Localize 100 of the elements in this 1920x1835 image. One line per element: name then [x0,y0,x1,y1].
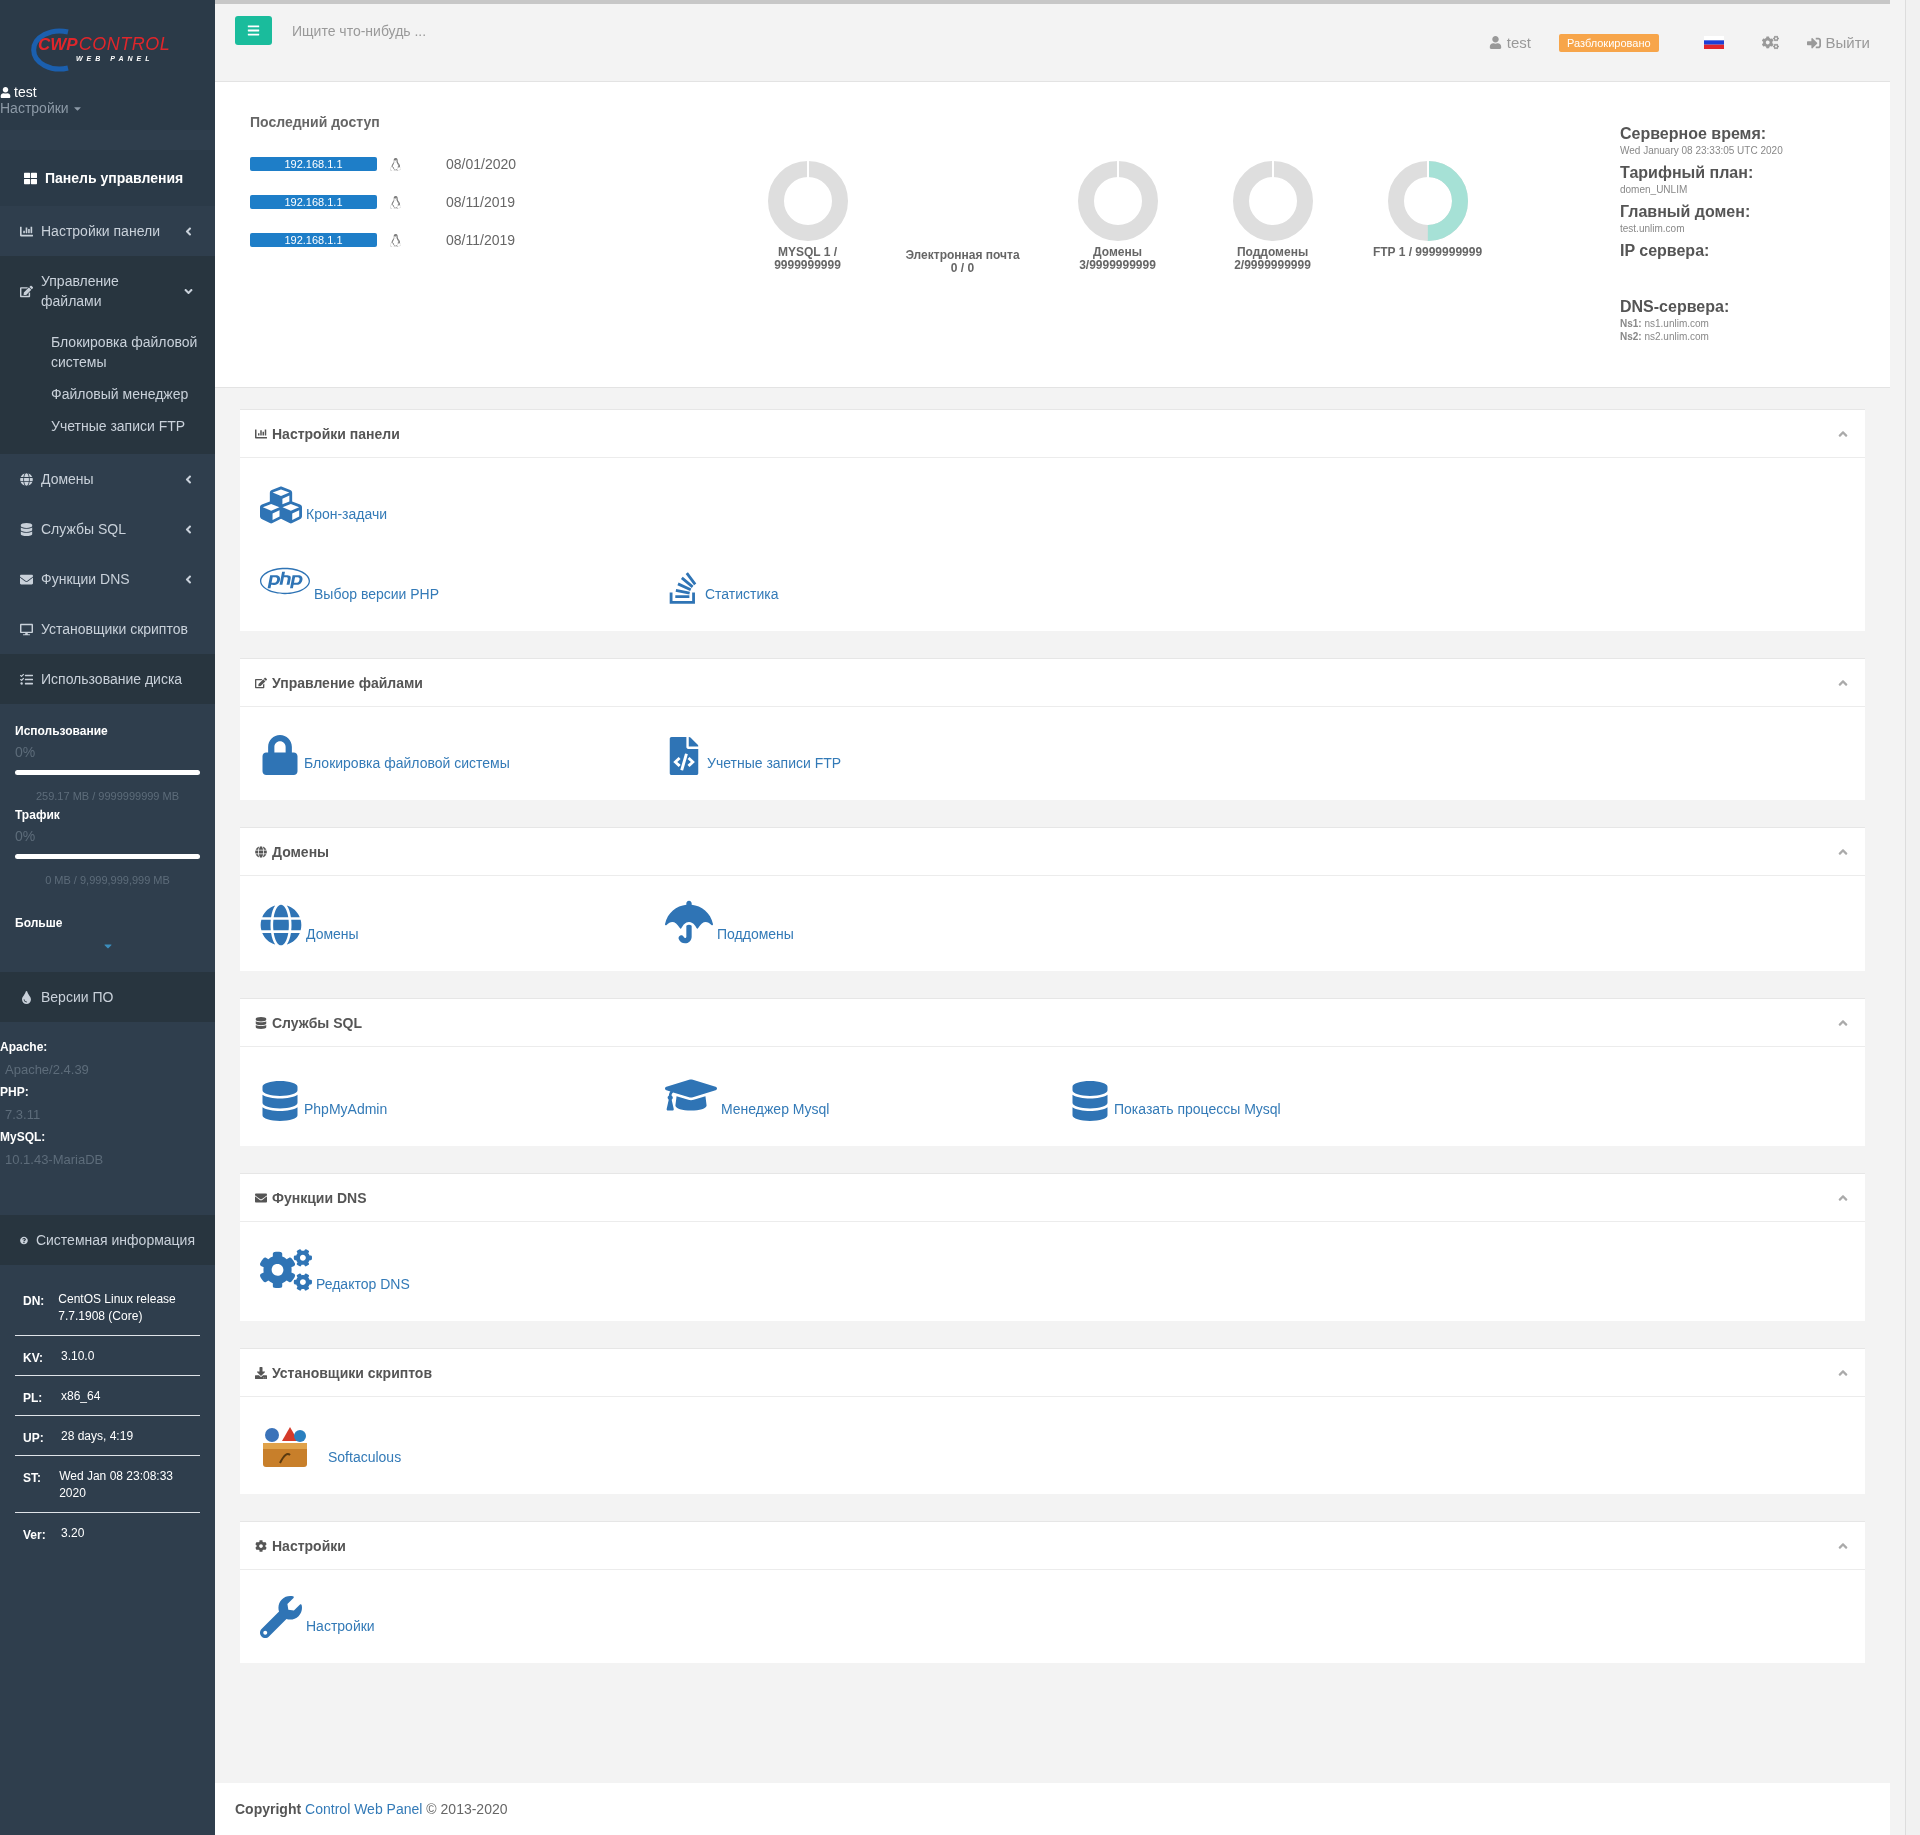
stat-label: Поддомены 2/9999999999 [1234,246,1311,272]
dns-server: Ns2: ns2.unlim.com [1620,331,1710,342]
versions-header[interactable]: Версии ПО [0,972,215,1022]
section-title: Функции DNS [255,1189,1836,1206]
settings-icon [255,1539,267,1552]
menu-button[interactable] [235,16,272,45]
stat-label: FTP 1 / 9999999999 [1372,246,1483,259]
logout-link[interactable]: Выйти [1806,34,1870,51]
wrench-icon [260,1596,302,1638]
info-key: UP: [23,1428,47,1445]
flag-icon[interactable] [1703,36,1724,49]
info-value: CentOS Linux release 7.7.1908 (Core) [58,1291,177,1325]
database-icon [260,1081,300,1121]
info-value: 3.10.0 [61,1348,95,1365]
tool-link[interactable]: Статистика [665,556,779,606]
username: test [14,84,37,100]
info-label: Тарифный план: [1620,164,1755,182]
info-label: DNS-сервера: [1620,298,1731,316]
info-label: Серверное время: [1620,125,1768,143]
user-icon [1488,36,1502,49]
drop-icon [20,990,33,1004]
nav-subitem[interactable]: Файловый менеджер [0,378,215,410]
globe-icon [260,904,302,946]
stat-label: MYSQL 1 / 9999999999 [774,246,841,272]
more-label: Больше [15,916,64,930]
usage-label: Трафик [15,808,61,822]
nav-item[interactable]: Использование диска [0,654,215,704]
version-label: PHP: [0,1085,30,1099]
footer-link[interactable]: Control Web Panel [305,1801,423,1817]
envelope-icon [20,572,33,586]
tool-link[interactable]: Показать процессы Mysql [1070,1069,1281,1121]
info-value: x86_64 [61,1388,101,1405]
tool-link[interactable]: Редактор DNS [260,1244,410,1296]
info-value: Wed January 08 23:33:05 UTC 2020 [1620,145,1784,156]
database-icon [20,522,33,536]
cubes-icon [260,484,302,526]
section-title: Управление файлами [255,674,1836,691]
monitor-icon [20,622,33,636]
penguin-icon [389,157,402,171]
usage-label: Использование [15,724,109,738]
tool-link[interactable]: Выбор версии PHP [260,556,440,606]
ip-badge: 192.168.1.1 [250,233,377,247]
user-icon [0,86,11,98]
user-link[interactable]: test [1488,34,1531,51]
bar-chart-icon [255,427,267,440]
grid-icon [24,171,37,185]
info-label: IP сервера: [1620,242,1711,260]
edit-icon [20,284,33,298]
tool-link[interactable]: Softaculous [260,1419,402,1469]
system-info-header[interactable]: Системная информация [0,1215,215,1265]
stat-label: Электронная почта 0 / 0 [905,249,1020,275]
download-icon [255,1366,267,1379]
nav-subitem[interactable]: Блокировка файловой системы [0,326,215,378]
info-value: test.unlim.com [1620,223,1686,234]
database-icon [1070,1081,1110,1121]
bar-chart-icon [20,224,33,238]
info-key: ST: [23,1468,46,1502]
access-date: 08/11/2019 [446,232,516,248]
globe-icon [20,472,33,486]
ip-badge: 192.168.1.1 [250,157,377,171]
version-label: MySQL: [0,1130,47,1144]
info-key: PL: [23,1388,47,1405]
tool-link[interactable]: Домены [260,898,359,946]
tool-link[interactable]: Настройки [260,1592,375,1638]
search-field[interactable]: Ищите что-нибудь ... [290,21,590,40]
tool-link[interactable]: PhpMyAdmin [260,1069,388,1121]
section-title: Домены [255,843,1836,860]
nav-item[interactable]: Панель управления [0,150,215,206]
access-date: 08/01/2020 [446,156,517,172]
nav-subitem[interactable]: Учетные записи FTP [0,410,215,442]
tool-link[interactable]: Блокировка файловой системы [260,729,510,775]
tool-link[interactable]: Крон-задачи [260,480,388,526]
tool-link[interactable]: Поддомены [665,898,794,946]
menu-icon [247,24,260,37]
access-date: 08/11/2019 [446,194,516,210]
penguin-icon [389,195,402,209]
settings-dropdown[interactable]: Настройки [0,100,83,116]
envelope-icon [255,1191,267,1204]
section-title: Службы SQL [255,1014,1836,1031]
section-title: Установщики скриптов [255,1364,1836,1381]
tool-link[interactable]: Менеджер Mysql [665,1069,830,1121]
settings-icon[interactable] [1761,34,1779,51]
status-badge: Разблокировано [1559,33,1659,52]
section-title: Настройки [255,1537,1836,1554]
info-value: 3.20 [61,1525,85,1542]
database-icon [255,1016,267,1029]
version-label: Apache: [0,1040,49,1054]
info-key: Ver: [23,1525,47,1542]
ip-badge: 192.168.1.1 [250,195,377,209]
tool-link[interactable]: Учетные записи FTP [665,729,842,775]
logout-icon [1806,35,1821,50]
globe-icon [255,845,267,858]
penguin-icon [389,233,402,247]
section-title: Настройки панели [255,425,1836,442]
info-key: KV: [23,1348,47,1365]
lock-icon [260,735,300,775]
list-icon [20,672,33,686]
edit-icon [255,676,267,689]
info-label: Главный домен: [1620,203,1752,221]
info-value: 28 days, 4:19 [61,1428,134,1445]
